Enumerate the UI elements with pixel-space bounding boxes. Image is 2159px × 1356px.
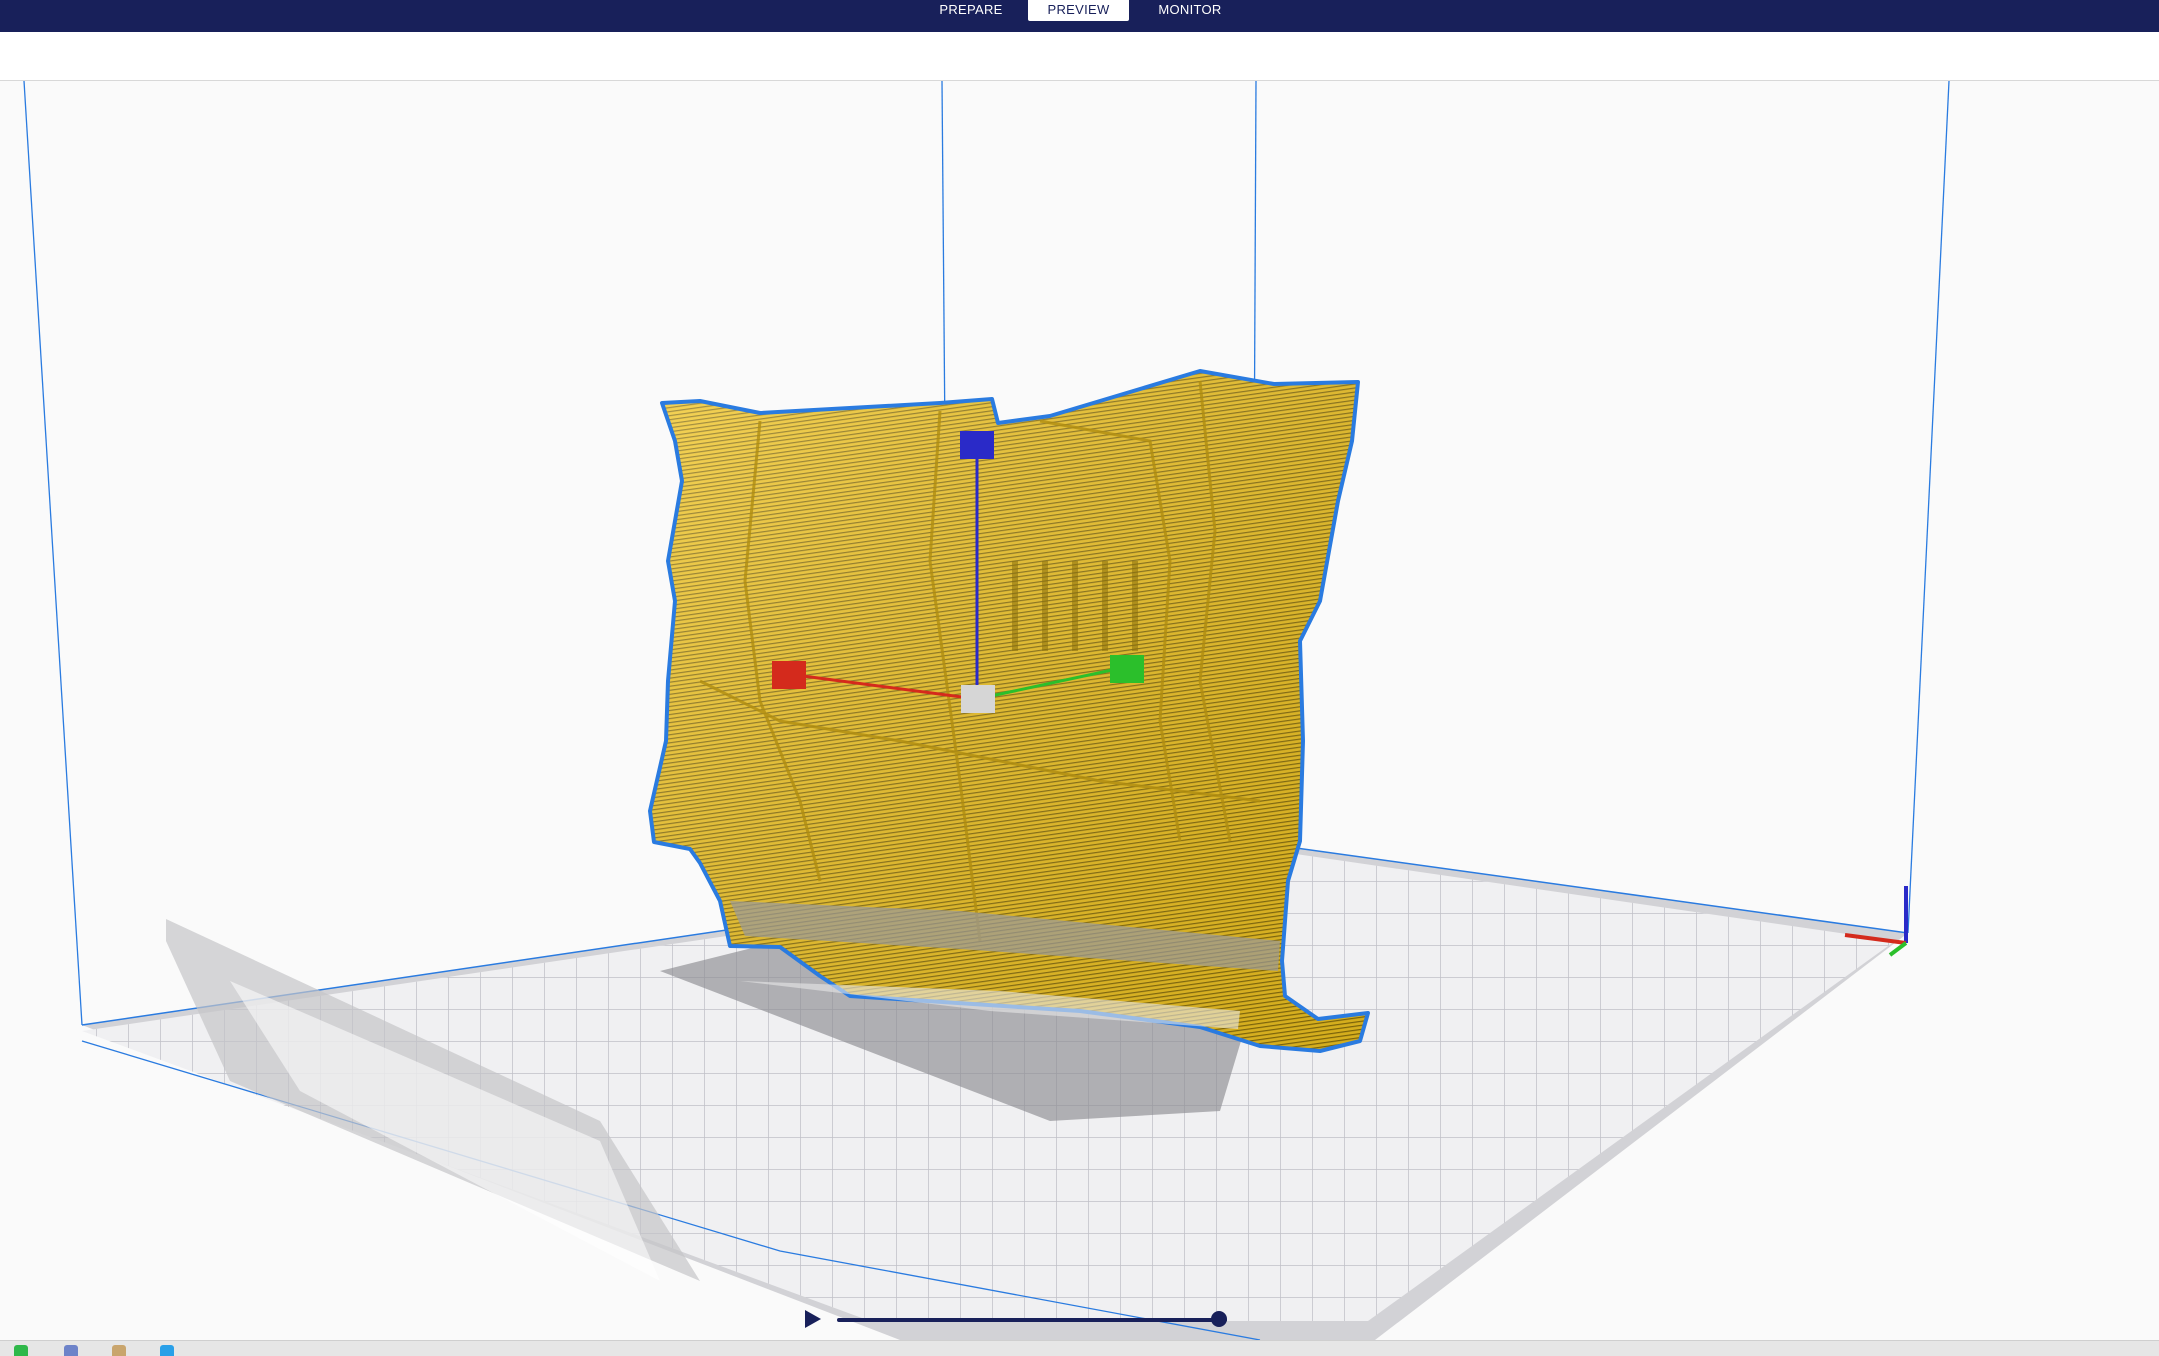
layer-slider-track[interactable] [837,1318,1227,1322]
tab-monitor[interactable]: MONITOR [1142,0,1238,21]
tab-preview[interactable]: PREVIEW [1028,0,1129,21]
header-bar: PREPARE PREVIEW MONITOR [0,0,2159,32]
app-icon-tan[interactable] [112,1345,126,1356]
app-icon-blue[interactable] [64,1345,78,1356]
tab-prepare[interactable]: PREPARE [926,0,1016,21]
toolbar [0,32,2159,81]
3d-viewport[interactable] [0,81,2159,1340]
z-axis-handle[interactable] [960,431,994,459]
play-icon[interactable] [805,1310,821,1328]
app-icon-green[interactable] [14,1345,28,1356]
os-taskbar [0,1340,2159,1356]
app-icon-cura[interactable] [160,1345,174,1356]
gizmo-center-handle[interactable] [961,685,995,713]
x-axis-handle[interactable] [772,661,806,689]
y-axis-handle[interactable] [1110,655,1144,683]
layer-scrubber[interactable] [805,1308,1235,1332]
scene-canvas[interactable] [0,81,2159,1340]
slider-handle-icon[interactable] [1211,1311,1228,1327]
